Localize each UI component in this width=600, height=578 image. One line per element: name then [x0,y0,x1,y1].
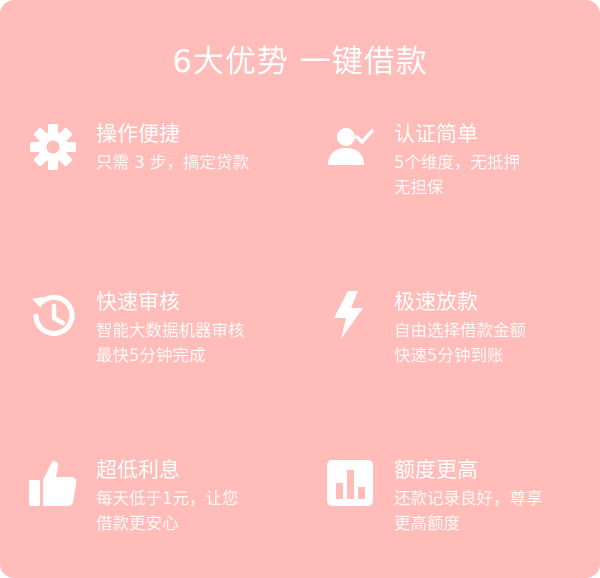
thumbs-up-icon [28,458,78,508]
user-check-icon [326,122,376,172]
feature-higher-limit: 额度更高 还款记录良好，尊享 更高额度 [326,458,596,568]
feature-simple-verification: 认证简单 5个维度，无抵押 无担保 [326,122,596,232]
gear-icon [28,122,78,172]
feature-desc: 还款记录良好，尊享 更高额度 [394,489,543,533]
advantages-card: 6大优势 一键借款 操作便捷 只需 3 步，搞定贷款 认证简单 5个维度，无抵押… [0,0,600,578]
feature-title: 极速放款 [394,290,478,314]
history-clock-icon [28,290,78,340]
feature-desc: 自由选择借款金额 快速5分钟到账 [394,321,526,365]
feature-title: 认证简单 [394,122,478,146]
feature-title: 快速审核 [96,290,180,314]
feature-desc: 只需 3 步，搞定贷款 [96,153,249,172]
page-title: 6大优势 一键借款 [172,44,428,80]
feature-title: 操作便捷 [96,122,180,146]
feature-fast-payout: 极速放款 自由选择借款金额 快速5分钟到账 [326,290,596,400]
feature-desc: 智能大数据机器审核 最快5分钟完成 [96,321,245,365]
feature-fast-review: 快速审核 智能大数据机器审核 最快5分钟完成 [28,290,298,400]
feature-low-interest: 超低利息 每天低于1元，让您 借款更安心 [28,458,298,568]
lightning-icon [326,290,376,340]
feature-title: 额度更高 [394,458,478,482]
feature-desc: 5个维度，无抵押 无担保 [394,153,520,197]
feature-easy-operation: 操作便捷 只需 3 步，搞定贷款 [28,122,298,232]
feature-title: 超低利息 [96,458,180,482]
feature-desc: 每天低于1元，让您 借款更安心 [96,489,239,533]
bar-chart-icon [326,458,376,508]
